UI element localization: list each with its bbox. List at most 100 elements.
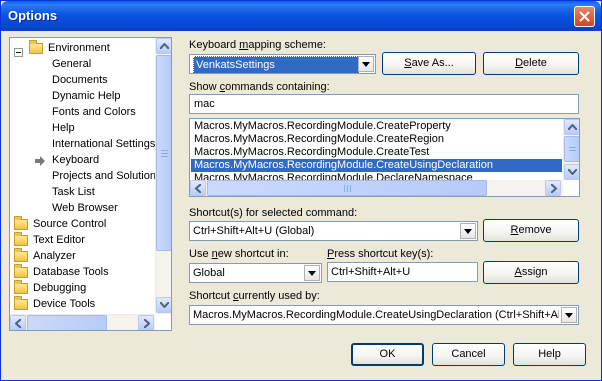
scroll-arrow-icon	[15, 319, 21, 328]
scroll-arrow-icon	[160, 302, 169, 308]
tree-item-international-settings[interactable]: International Settings	[52, 136, 155, 152]
tree-item-label: Documents	[52, 74, 108, 86]
scroll-down-button[interactable]	[156, 297, 171, 313]
list-item-selected[interactable]: Macros.MyMacros.RecordingModule.CreateUs…	[191, 159, 562, 172]
dropdown-arrow-icon	[308, 271, 316, 276]
dropdown-arrow-icon	[362, 62, 370, 67]
dropdown-button[interactable]	[304, 265, 320, 281]
options-dialog: Options Environment General Documents Dy…	[0, 0, 602, 381]
tree-item-label: Database Tools	[33, 266, 109, 278]
folder-icon	[14, 248, 28, 262]
command-filter-input[interactable]: mac	[189, 94, 579, 114]
scroll-arrow-icon	[144, 319, 150, 328]
list-item[interactable]: Macros.MyMacros.RecordingModule.CreateRe…	[191, 133, 562, 146]
used-by-combobox[interactable]: Macros.MyMacros.RecordingModule.CreateUs…	[189, 305, 579, 325]
tree-item-label: Keyboard	[52, 154, 100, 166]
category-tree[interactable]: Environment General Documents Dynamic He…	[9, 37, 172, 331]
ok-button[interactable]: OK	[351, 343, 424, 366]
list-item[interactable]: Macros.MyMacros.RecordingModule.CreateTe…	[191, 146, 562, 159]
scroll-left-button[interactable]	[190, 180, 206, 196]
title-bar[interactable]: Options	[1, 1, 601, 31]
remove-button[interactable]: Remove	[483, 219, 579, 242]
scroll-arrow-icon	[568, 124, 577, 130]
commands-list[interactable]: Macros.MyMacros.RecordingModule.CreatePr…	[189, 118, 580, 197]
tree-item-label: Analyzer	[33, 250, 76, 262]
tree-item-general[interactable]: General	[52, 56, 91, 72]
dropdown-button[interactable]	[358, 56, 374, 72]
tree-item-label: Text Editor	[33, 234, 85, 246]
used-by-value: Macros.MyMacros.RecordingModule.CreateUs…	[193, 309, 559, 321]
selected-shortcuts-label: Shortcut(s) for selected command:	[189, 207, 358, 219]
scroll-thumb[interactable]	[207, 180, 487, 196]
tree-item-fonts-and-colors[interactable]: Fonts and Colors	[52, 104, 136, 120]
scroll-arrow-icon	[551, 184, 557, 193]
tree-item-projects-and-solutions[interactable]: Projects and Solutions	[52, 168, 161, 184]
folder-icon	[14, 264, 28, 278]
close-button[interactable]	[574, 6, 595, 27]
used-by-label: Shortcut currently used by:	[189, 290, 320, 302]
tree-item-label: General	[52, 58, 92, 70]
tree-item-label: Dynamic Help	[52, 90, 121, 102]
scroll-thumb[interactable]	[156, 55, 171, 251]
list-vertical-scrollbar[interactable]	[563, 119, 579, 180]
help-button[interactable]: Help	[513, 343, 586, 366]
tree-item-documents[interactable]: Documents	[52, 72, 108, 88]
scroll-arrow-icon	[160, 43, 169, 49]
mapping-scheme-value: VenkatsSettings	[193, 56, 359, 73]
close-icon	[579, 11, 590, 22]
scroll-arrow-icon	[195, 184, 201, 193]
dropdown-button[interactable]	[460, 223, 476, 239]
dropdown-arrow-icon	[464, 229, 472, 234]
selected-shortcuts-combobox[interactable]: Ctrl+Shift+Alt+U (Global)	[189, 221, 478, 241]
tree-item-task-list[interactable]: Task List	[52, 184, 95, 200]
delete-button[interactable]: Delete	[483, 52, 579, 75]
assign-button[interactable]: Assign	[483, 261, 579, 284]
folder-icon	[14, 296, 28, 310]
use-new-shortcut-label: Use new shortcut in:	[189, 248, 289, 260]
save-as-button[interactable]: Save As...	[382, 52, 476, 75]
tree-item-label: Environment	[48, 42, 110, 54]
tree-item-keyboard[interactable]: Keyboard	[52, 152, 99, 168]
tree-item-label: Task List	[52, 186, 95, 198]
list-item[interactable]: Macros.MyMacros.RecordingModule.CreatePr…	[191, 120, 562, 133]
folder-icon	[14, 232, 28, 246]
scroll-up-button[interactable]	[564, 119, 579, 135]
tree-item-label: Source Control	[33, 218, 107, 230]
scroll-thumb[interactable]	[27, 315, 107, 330]
tree-item-label: Debugging	[33, 282, 87, 294]
window-title: Options	[8, 8, 58, 23]
tree-item-web-browser[interactable]: Web Browser	[52, 200, 118, 216]
shortcut-scope-combobox[interactable]: Global	[189, 263, 322, 283]
arrow-right-icon	[35, 156, 45, 166]
tree-item-help[interactable]: Help	[52, 120, 75, 136]
scroll-left-button[interactable]	[10, 315, 26, 330]
folder-icon	[14, 280, 28, 294]
scroll-thumb[interactable]	[564, 136, 579, 162]
press-shortcut-label: Press shortcut key(s):	[327, 248, 434, 260]
list-horizontal-scrollbar[interactable]	[190, 180, 563, 196]
shortcut-scope-value: Global	[193, 267, 225, 279]
dropdown-button[interactable]	[561, 307, 577, 323]
press-shortcut-input[interactable]: Ctrl+Shift+Alt+U	[327, 262, 478, 282]
tree-item-label: Help	[52, 122, 75, 134]
tree-item-dynamic-help[interactable]: Dynamic Help	[52, 88, 120, 104]
tree-collapse-icon[interactable]	[14, 48, 23, 57]
tree-item-label: Fonts and Colors	[52, 106, 136, 118]
scroll-down-button[interactable]	[564, 164, 579, 180]
mapping-scheme-label: Keyboard mapping scheme:	[189, 39, 326, 51]
tree-item-label: Web Browser	[52, 202, 118, 214]
scroll-arrow-icon	[568, 169, 577, 175]
scroll-up-button[interactable]	[156, 38, 171, 54]
cancel-button[interactable]: Cancel	[432, 343, 505, 366]
tree-vertical-scrollbar[interactable]	[155, 38, 171, 314]
mapping-scheme-combobox[interactable]: VenkatsSettings	[189, 54, 376, 74]
selected-shortcut-value: Ctrl+Shift+Alt+U (Global)	[193, 225, 315, 237]
folder-icon	[14, 216, 28, 230]
tree-item-label: Device Tools	[33, 298, 96, 310]
scroll-right-button[interactable]	[545, 180, 561, 196]
folder-icon	[29, 40, 43, 54]
tree-horizontal-scrollbar[interactable]	[10, 314, 155, 330]
scroll-right-button[interactable]	[138, 315, 154, 330]
show-commands-label: Show commands containing:	[189, 81, 330, 93]
dropdown-arrow-icon	[565, 313, 573, 318]
